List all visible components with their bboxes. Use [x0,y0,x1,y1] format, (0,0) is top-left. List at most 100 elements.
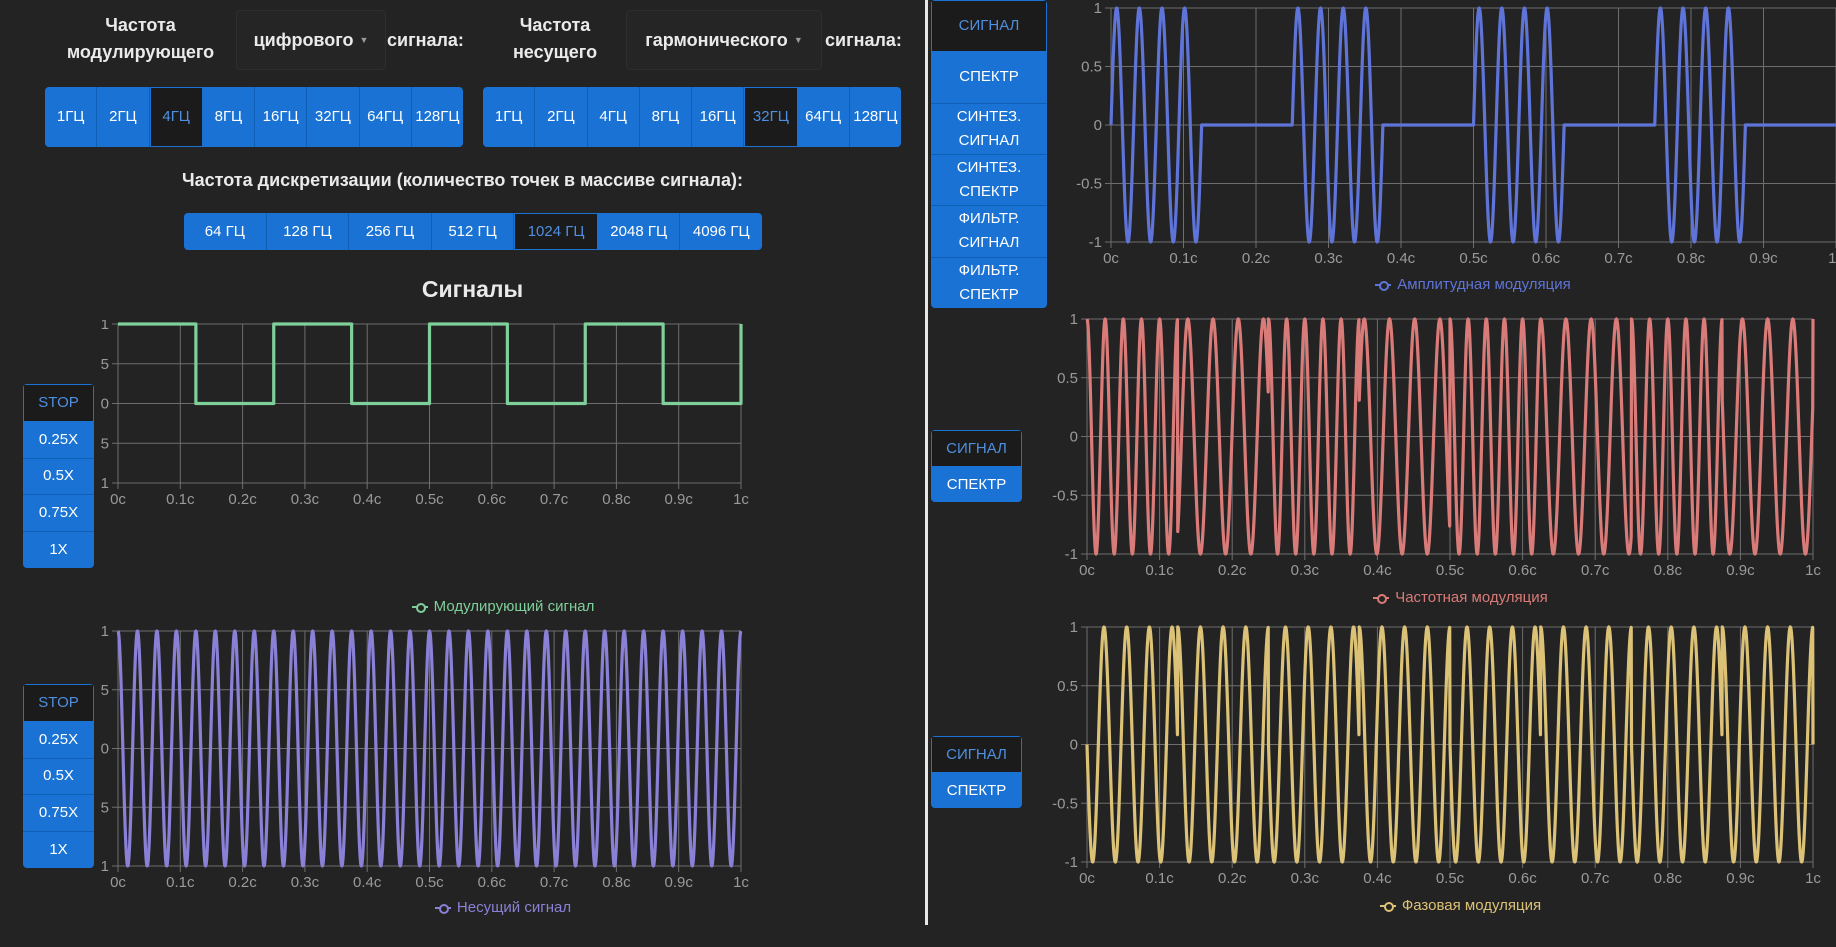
x-tick-label: 0.9с [1749,250,1778,267]
carrier-speed-1x-button[interactable]: 1X [23,832,94,868]
menu-фильтр-спектр-button[interactable]: ФИЛЬТР. СПЕКТР [931,258,1047,308]
carrier-freq-4hz-button[interactable]: 4 ГЦ [588,87,640,147]
modulating-speed-0-75x-button[interactable]: 0.75X [23,495,94,533]
modulating-freq-8hz-button[interactable]: 8 ГЦ [203,87,255,147]
carrier-legend[interactable]: Несущий сигнал [130,899,876,916]
x-tick-label: 0.3с [291,491,320,508]
carrier-frequency-label: Частота несущего [495,12,615,66]
fm-legend-label: Частотная модуляция [1395,589,1548,606]
carrier-signal-type-dropdown[interactable]: гармонического ▼ [626,10,822,70]
modulating-signal-type-value: цифрового [253,29,354,50]
x-tick-label: 0.8с [602,874,631,891]
x-tick-label: 0с [1103,250,1119,267]
freq-unit: ГЦ [383,108,404,125]
chevron-down-icon: ▼ [359,35,369,45]
modulating-freq-16hz-button[interactable]: 16 ГЦ [255,87,308,147]
carrier-speed-stop-button[interactable]: STOP [23,684,94,722]
freq-value: 32 [314,108,332,125]
modulating-freq-64hz-button[interactable]: 64 ГЦ [360,87,412,147]
legend-marker-icon [1373,593,1390,604]
chevron-down-icon: ▼ [793,35,803,45]
fm-view-сигнал-button[interactable]: СИГНАЛ [931,430,1022,467]
sampling-2048-button[interactable]: 2048 ГЦ [598,213,681,250]
modulating-signal-type-dropdown[interactable]: цифрового ▼ [236,10,386,70]
menu-сигнал-button[interactable]: СИГНАЛ [931,0,1047,53]
carrier-speed-0-25x-button[interactable]: 0.25X [23,722,94,759]
legend-marker-icon [434,903,451,914]
x-tick-label: 0.9с [1726,870,1755,887]
x-tick-label: 0.9с [665,874,694,891]
x-tick-label: 1с [733,874,749,891]
pm-legend[interactable]: Фазовая модуляция [1085,897,1836,914]
sampling-64-button[interactable]: 64 ГЦ [184,213,267,250]
modulating-freq-32hz-button[interactable]: 32 ГЦ [307,87,360,147]
fm-view-спектр-button[interactable]: СПЕКТР [931,467,1022,502]
modulating-freq-2hz-button[interactable]: 2 ГЦ [97,87,150,147]
fm-legend[interactable]: Частотная модуляция [1085,589,1836,606]
pm-view-toggle: СИГНАЛ СПЕКТР [931,736,1022,808]
pm-view-сигнал-button[interactable]: СИГНАЛ [931,736,1022,773]
freq-unit: ГЦ [607,108,627,125]
am-legend[interactable]: Амплитудная модуляция [1110,276,1836,293]
pm-view-спектр-button[interactable]: СПЕКТР [931,773,1022,808]
modulating-speed-1x-button[interactable]: 1X [23,532,94,568]
carrier-freq-128hz-button[interactable]: 128 ГЦ [850,87,901,147]
modulating-speed-0-25x-button[interactable]: 0.25X [23,422,94,459]
y-tick-label: -0.5 [100,799,109,816]
y-tick-label: -0.5 [100,435,109,452]
sampling-256-button[interactable]: 256 ГЦ [349,213,432,250]
modulating-freq-128hz-button[interactable]: 128 ГЦ [412,87,463,147]
carrier-speed-controls: STOP 0.25X 0.5X 0.75X 1X [23,684,94,868]
carrier-freq-2hz-button[interactable]: 2 ГЦ [535,87,588,147]
modulating-freq-1hz-button[interactable]: 1 ГЦ [45,87,98,147]
y-tick-label: 1 [1070,619,1078,636]
freq-unit: ГЦ [440,108,460,125]
freq-value: 8 [651,108,660,125]
freq-value: 1 [494,108,504,125]
sampling-frequency-label: Частота дискретизации (количество точек … [182,170,743,190]
x-tick-label: 0.3с [1314,250,1343,267]
y-tick-label: 1 [101,623,109,640]
freq-value: 2 [547,108,556,125]
x-tick-label: 0.7с [1581,562,1610,579]
freq-value: 128 [415,108,441,125]
modulating-speed-0-5x-button[interactable]: 0.5X [23,459,94,496]
carrier-freq-32hz-button[interactable]: 32 ГЦ [744,87,798,147]
x-tick-label: 0.6с [478,874,507,891]
pm-chart: 1 0.5 0 -0.5 -10с 0.1с 0.2с 0.3с 0.4с 0.5с 0.6с 0.7… [1052,619,1821,887]
pm-legend-label: Фазовая модуляция [1401,897,1542,914]
menu-синтез-сигнал-button[interactable]: СИНТЕЗ. СИГНАЛ [931,104,1047,155]
freq-value: 64 [805,108,822,125]
x-tick-label: 0.5с [1436,870,1465,887]
y-tick-label: -1 [1065,854,1078,871]
x-tick-label: 0.2с [1242,250,1271,267]
y-tick-label: 0.5 [100,682,109,699]
carrier-speed-0-75x-button[interactable]: 0.75X [23,795,94,833]
menu-фильтр-сигнал-button[interactable]: ФИЛЬТР. СИГНАЛ [931,206,1047,258]
x-tick-label: 0.7с [540,491,569,508]
sampling-512-button[interactable]: 512 ГЦ [432,213,515,250]
panel-divider [925,0,928,925]
menu-синтез-спектр-button[interactable]: СИНТЕЗ. СПЕКТР [931,155,1047,207]
carrier-freq-1hz-button[interactable]: 1 ГЦ [483,87,536,147]
freq-unit: ГЦ [117,108,137,125]
sampling-4096-button[interactable]: 4096 ГЦ [680,213,762,250]
carrier-speed-0-5x-button[interactable]: 0.5X [23,759,94,796]
x-tick-label: 0с [110,874,126,891]
modulating-speed-stop-button[interactable]: STOP [23,384,94,422]
legend-marker-icon [1379,901,1396,912]
x-tick-label: 0.1с [1169,250,1198,267]
freq-unit: ГЦ [279,108,299,125]
y-tick-label: -0.5 [1076,176,1102,193]
x-tick-label: 0.6с [1508,870,1537,887]
menu-спектр-button[interactable]: СПЕКТР [931,52,1047,104]
sampling-1024-button[interactable]: 1024 ГЦ [514,213,598,250]
sampling-128-button[interactable]: 128 ГЦ [267,213,350,250]
modulating-freq-4hz-button[interactable]: 4 ГЦ [149,87,203,147]
carrier-freq-64hz-button[interactable]: 64 ГЦ [798,87,850,147]
modulating-legend[interactable]: Модулирующий сигнал [130,598,876,615]
freq-value: 4 [162,108,171,125]
carrier-freq-8hz-button[interactable]: 8 ГЦ [640,87,692,147]
carrier-freq-16hz-button[interactable]: 16 ГЦ [692,87,745,147]
freq-unit: ГЦ [170,108,190,125]
